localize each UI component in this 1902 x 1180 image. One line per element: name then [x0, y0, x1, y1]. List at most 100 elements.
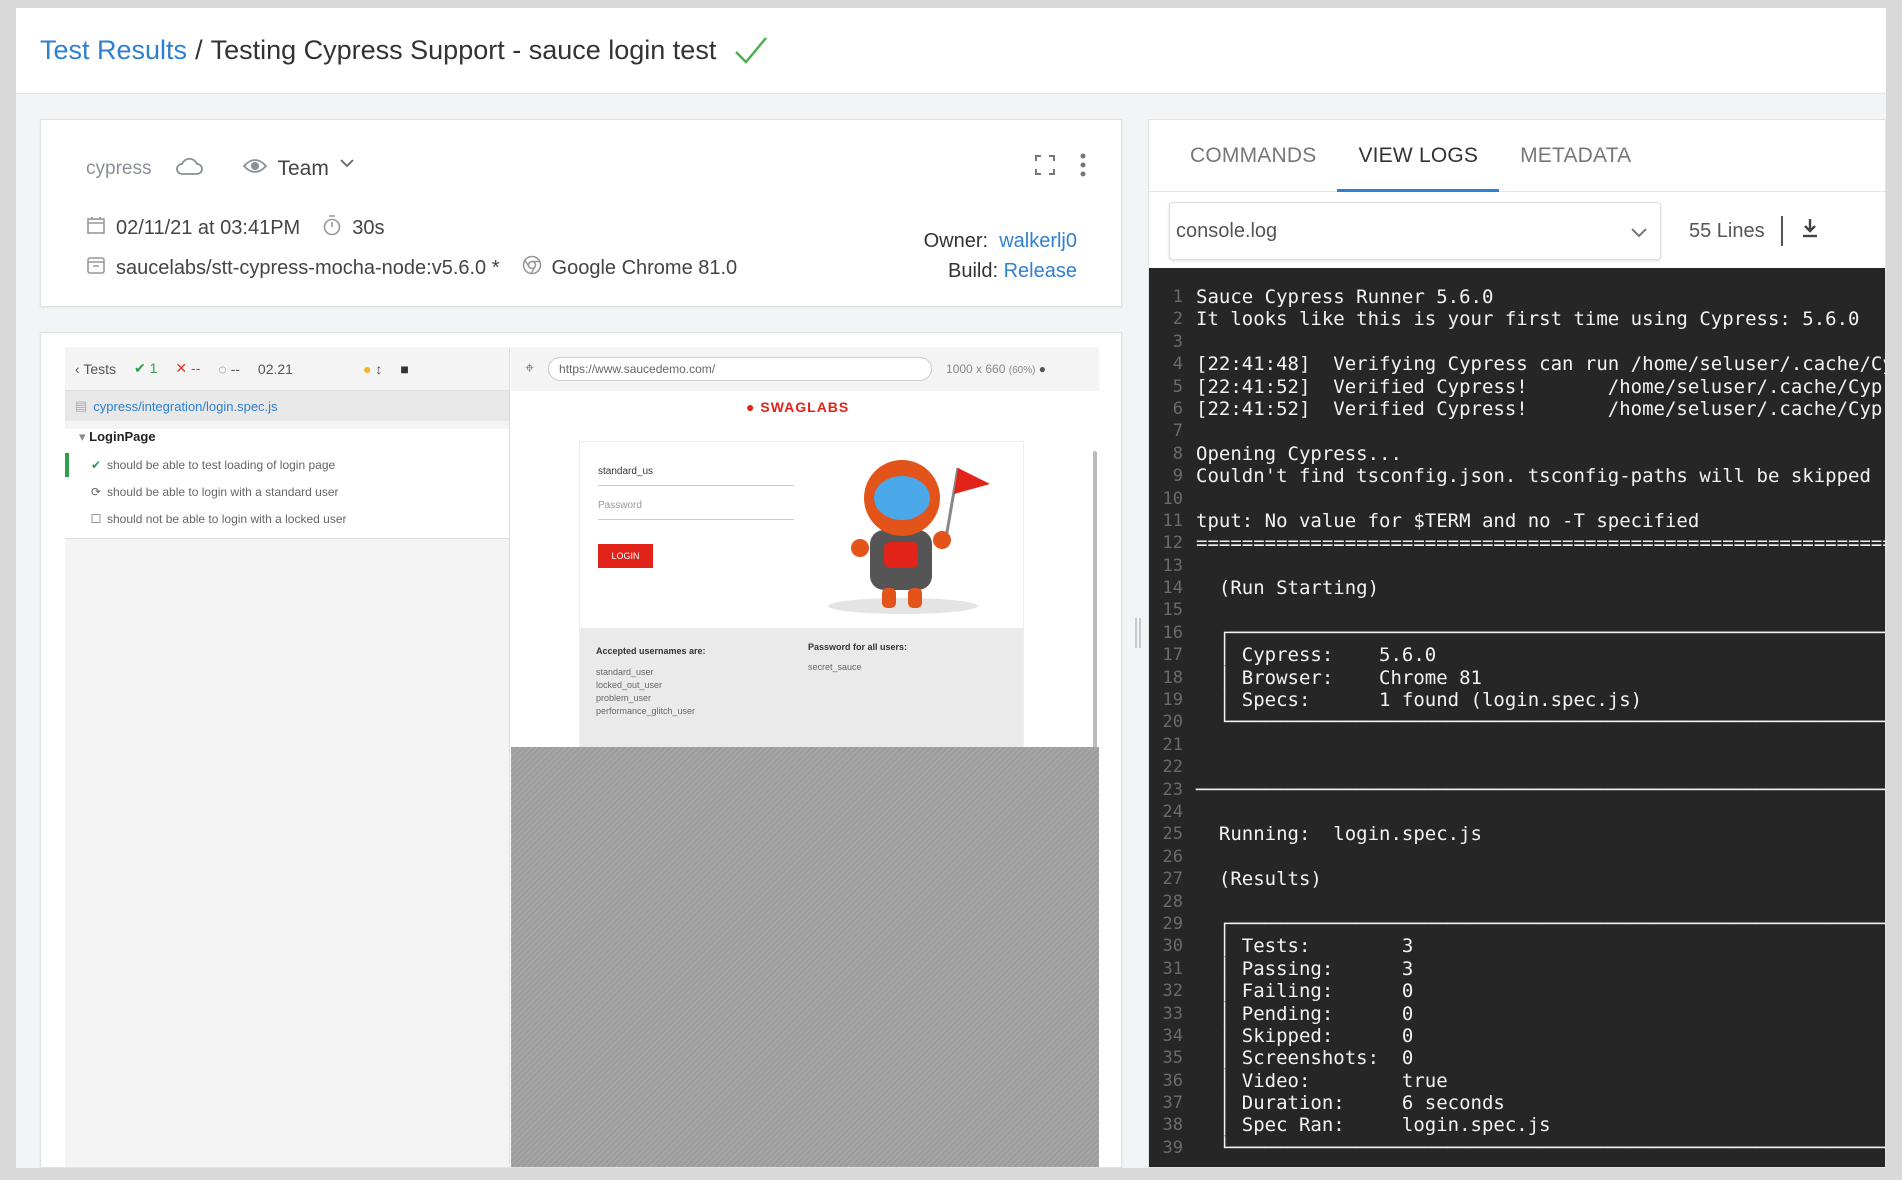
log-line-text: │ Screenshots: 0	[1196, 1047, 1414, 1070]
failed-count: ✕ --	[175, 360, 201, 376]
log-line-text: │ Passing: 3	[1196, 957, 1414, 980]
fullscreen-icon[interactable]	[1033, 153, 1057, 182]
app-under-test: ● SWAGLABS standard_us Password LOGIN Ac…	[511, 391, 1099, 781]
tab-commands[interactable]: COMMANDS	[1187, 120, 1337, 191]
browser-version: Google Chrome 81.0	[551, 256, 738, 279]
video-player-card[interactable]: ‹ Tests ✔ 1 ✕ -- ◌ -- 02.21 ● ↕ ■ ▤ cypr…	[40, 332, 1122, 1168]
log-line-number: 9	[1172, 466, 1183, 487]
log-line-number: 39	[1162, 1137, 1183, 1158]
log-line-text: │ Browser: Chrome 81	[1196, 666, 1482, 689]
running-spinner-icon: ⟳	[90, 484, 102, 499]
log-line: 29 ┌────────────────────────────────────…	[1149, 912, 1886, 935]
spec-file-path: ▤ cypress/integration/login.spec.js	[65, 391, 509, 421]
log-line: 25 Running: login.spec.js	[1149, 823, 1885, 845]
log-line-text: ┌───────────────────────────────────────…	[1196, 912, 1886, 935]
log-line-text: └───────────────────────────────────────…	[1196, 1136, 1886, 1159]
log-line: 6 [22:41:52] Verified Cypress! /home/selu…	[1149, 397, 1886, 420]
log-line-number: 24	[1162, 801, 1183, 822]
cypress-url-bar: ⌖ https://www.saucedemo.com/ 1000 x 660 …	[511, 347, 1099, 391]
log-line-text: [22:41:52] Verified Cypress! /home/selus…	[1196, 375, 1886, 398]
log-line: 30 │ Tests: 3	[1149, 935, 1885, 957]
log-line-number: 6	[1172, 398, 1183, 419]
log-line-number: 26	[1162, 846, 1183, 867]
logs-panel: COMMANDS VIEW LOGS METADATA console.log …	[1148, 119, 1886, 1168]
build-label: Build:	[948, 260, 999, 282]
log-line: 5 [22:41:52] Verified Cypress! /home/selu…	[1149, 375, 1886, 398]
swaglabs-logo: ● SWAGLABS	[746, 399, 850, 415]
job-info-row-time: 02/11/21 at 03:41PM 30s	[86, 214, 384, 242]
stop-icon: ■	[400, 360, 409, 377]
log-line: 17 │ Cypress: 5.6.0	[1149, 644, 1885, 666]
log-line-text: ========================================…	[1196, 532, 1885, 555]
tests-nav: ‹ Tests	[75, 360, 116, 377]
log-line-number: 4	[1172, 354, 1183, 375]
chevron-down-icon[interactable]	[339, 153, 355, 175]
log-line: 24	[1149, 801, 1885, 823]
download-icon[interactable]	[1801, 218, 1819, 244]
log-line-text: [22:41:48] Verifying Cypress can run /ho…	[1196, 353, 1886, 376]
log-console[interactable]: 1 Sauce Cypress Runner 5.6.0 2 It looks lik…	[1149, 268, 1886, 1167]
card-actions	[1033, 152, 1087, 183]
log-line: 33 │ Pending: 0	[1149, 1003, 1885, 1025]
pending-count: ◌ --	[218, 360, 240, 377]
stopwatch-icon	[322, 214, 342, 242]
tab-metadata[interactable]: METADATA	[1499, 120, 1652, 191]
more-vertical-icon[interactable]	[1079, 152, 1087, 183]
owner-link[interactable]: walkerlj0	[999, 230, 1077, 252]
log-line-text: │ Duration: 6 seconds	[1196, 1092, 1505, 1115]
log-line-number: 11	[1162, 510, 1183, 531]
test-item: ☐ should not be able to login with a loc…	[90, 511, 347, 526]
log-line-number: 13	[1162, 555, 1183, 576]
log-line-text: │ Failing: 0	[1196, 980, 1414, 1003]
log-file-select[interactable]: console.log	[1169, 202, 1661, 260]
log-line: 3	[1149, 331, 1885, 353]
log-line-text: ────────────────────────────────────────…	[1196, 778, 1885, 801]
job-info-row-framework: cypress Team	[86, 156, 355, 182]
log-line-number: 1	[1172, 287, 1183, 307]
container-icon	[86, 255, 106, 281]
log-line-number: 3	[1172, 331, 1183, 352]
build-link[interactable]: Release	[1004, 260, 1077, 282]
log-line-text: Sauce Cypress Runner 5.6.0	[1196, 286, 1494, 308]
framework-label: cypress	[86, 158, 152, 179]
log-line: 13	[1149, 555, 1885, 577]
log-line: 12 ======================================…	[1149, 532, 1885, 555]
password-title: Password for all users:	[808, 642, 908, 652]
cypress-reporter-panel: ‹ Tests ✔ 1 ✕ -- ◌ -- 02.21 ● ↕ ■ ▤ cypr…	[65, 347, 510, 1167]
log-line: 18 │ Browser: Chrome 81	[1149, 666, 1885, 689]
log-line-number: 34	[1162, 1025, 1183, 1046]
log-line: 23 ──────────────────────────────────────…	[1149, 778, 1885, 801]
accepted-usernames-title: Accepted usernames are:	[596, 646, 706, 656]
breadcrumb-test-results-link[interactable]: Test Results	[40, 35, 187, 66]
page-title: Testing Cypress Support - sauce login te…	[210, 35, 717, 65]
log-line-number: 18	[1162, 667, 1183, 688]
log-line-count: 55 Lines	[1689, 216, 1819, 246]
log-line-number: 35	[1162, 1048, 1183, 1069]
login-credentials-panel: Accepted usernames are: standard_user lo…	[580, 628, 1023, 750]
selected-log-file: console.log	[1176, 219, 1278, 242]
log-line-number: 16	[1162, 622, 1183, 643]
pending-square-icon: ☐	[90, 511, 102, 526]
log-line: 31 │ Passing: 3	[1149, 957, 1885, 980]
log-line: 4 [22:41:48] Verifying Cypress can run /h…	[1149, 353, 1886, 376]
job-duration: 30s	[352, 216, 385, 239]
log-line-number: 37	[1162, 1093, 1183, 1114]
log-line: 27 (Results)	[1149, 868, 1885, 890]
panel-resize-handle[interactable]	[1135, 618, 1143, 648]
log-line: 16 ┌────────────────────────────────────…	[1149, 622, 1885, 644]
log-line-number: 5	[1172, 376, 1183, 397]
logs-tabs: COMMANDS VIEW LOGS METADATA	[1149, 120, 1885, 192]
log-line-text: [22:41:52] Verified Cypress! /home/selus…	[1196, 397, 1886, 420]
log-line: 36 │ Video: true	[1149, 1070, 1885, 1092]
log-line: 20 └────────────────────────────────────…	[1149, 711, 1885, 733]
owner-label: Owner:	[923, 230, 989, 252]
log-line-number: 19	[1162, 690, 1183, 711]
tab-view-logs[interactable]: VIEW LOGS	[1337, 120, 1499, 192]
log-line-number: 25	[1162, 824, 1183, 845]
viewport-size: 1000 x 660 (60%) ●	[946, 362, 1047, 376]
log-line-number: 29	[1162, 913, 1183, 934]
visibility-dropdown[interactable]: Team	[277, 157, 328, 181]
breadcrumb-separator: /	[195, 35, 203, 65]
log-line-number: 33	[1162, 1003, 1183, 1024]
robot-mascot-image	[828, 460, 990, 614]
